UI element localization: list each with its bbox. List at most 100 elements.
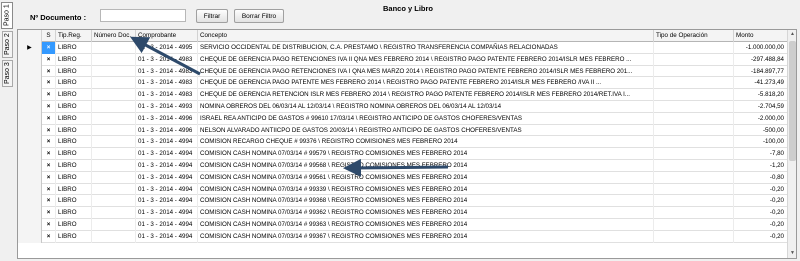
comprobante-cell[interactable]: 01 - 3 - 2014 - 4983 (136, 89, 198, 101)
table-row[interactable]: × LIBRO 01 - 3 - 2014 - 4993 NOMINA OBREROS… (18, 100, 788, 113)
transactions-grid[interactable]: S Tip.Reg. Número Doc. Comprobante Conce… (17, 29, 797, 259)
column-header-s[interactable]: S (42, 30, 56, 42)
table-row[interactable]: × LIBRO 01 - 3 - 2014 - 4994 COMISION CASH … (18, 218, 788, 231)
document-number-input[interactable] (100, 9, 186, 22)
tip-reg-cell[interactable]: LIBRO (56, 77, 92, 90)
monto-cell[interactable]: -2.000,00 (734, 112, 788, 125)
numero-doc-cell[interactable] (92, 42, 136, 54)
tipo-operacion-cell[interactable] (654, 77, 734, 90)
row-header[interactable] (18, 136, 42, 149)
tipo-operacion-cell[interactable] (654, 207, 734, 219)
checkbox-cell[interactable]: × (42, 207, 56, 219)
tip-reg-cell[interactable]: LIBRO (56, 230, 92, 243)
checkbox-cell[interactable]: × (42, 148, 56, 160)
checkbox-cell[interactable]: × (42, 100, 56, 113)
tipo-operacion-cell[interactable] (654, 53, 734, 66)
comprobante-cell[interactable]: 01 - 3 - 2014 - 4996 (136, 112, 198, 125)
row-header[interactable] (18, 77, 42, 90)
concepto-cell[interactable]: NOMINA OBREROS DEL 06/03/14 AL 12/03/14 … (198, 100, 654, 113)
row-header[interactable] (18, 100, 42, 113)
tipo-operacion-cell[interactable] (654, 159, 734, 172)
row-header[interactable] (18, 183, 42, 196)
tipo-operacion-cell[interactable] (654, 136, 734, 149)
numero-doc-cell[interactable] (92, 136, 136, 149)
table-row[interactable]: × LIBRO 01 - 3 - 2014 - 4994 COMISION CASH … (18, 148, 788, 160)
checkbox-cell[interactable]: × (42, 218, 56, 231)
scrollbar-thumb[interactable] (789, 41, 796, 161)
tab-paso-3[interactable]: Paso 3 (2, 60, 13, 87)
row-header[interactable] (18, 171, 42, 184)
checkbox-cell[interactable]: × (42, 159, 56, 172)
tip-reg-cell[interactable]: LIBRO (56, 42, 92, 54)
tipo-operacion-cell[interactable] (654, 183, 734, 196)
tip-reg-cell[interactable]: LIBRO (56, 100, 92, 113)
row-header[interactable] (18, 53, 42, 66)
scroll-up-icon[interactable]: ▲ (788, 30, 796, 39)
comprobante-cell[interactable]: 01 - 3 - 2014 - 4983 (136, 77, 198, 90)
concepto-cell[interactable]: COMISION CASH NOMINA 07/03/14 # 99367 \ … (198, 230, 654, 243)
numero-doc-cell[interactable] (92, 207, 136, 219)
monto-cell[interactable]: -2.704,59 (734, 100, 788, 113)
checkbox-cell[interactable]: × (42, 124, 56, 137)
tip-reg-cell[interactable]: LIBRO (56, 53, 92, 66)
tab-paso-1[interactable]: Paso 1 (1, 2, 13, 29)
concepto-cell[interactable]: NELSON ALVARADO ANTIICPO DE GASTOS 20/03… (198, 124, 654, 137)
comprobante-cell[interactable]: 01 - 3 - 2014 - 4994 (136, 148, 198, 160)
tipo-operacion-cell[interactable] (654, 148, 734, 160)
numero-doc-cell[interactable] (92, 100, 136, 113)
table-row[interactable]: × LIBRO 01 - 3 - 2014 - 4994 COMISION CASH … (18, 171, 788, 184)
numero-doc-cell[interactable] (92, 159, 136, 172)
concepto-cell[interactable]: CHEQUE DE GERENCIA PAGO PATENTE MES FEBR… (198, 77, 654, 90)
numero-doc-cell[interactable] (92, 124, 136, 137)
column-header-concepto[interactable]: Concepto (198, 30, 654, 42)
checkbox-cell[interactable]: × (42, 53, 56, 66)
table-row[interactable]: × LIBRO 01 - 3 - 2014 - 4983 CHEQUE DE GERE… (18, 89, 788, 101)
tip-reg-cell[interactable]: LIBRO (56, 148, 92, 160)
column-header-monto[interactable]: Monto (734, 30, 788, 42)
numero-doc-cell[interactable] (92, 230, 136, 243)
monto-cell[interactable]: -100,00 (734, 136, 788, 149)
concepto-cell[interactable]: COMISION CASH NOMINA 07/03/14 # 99368 \ … (198, 195, 654, 208)
concepto-cell[interactable]: COMISION CASH NOMINA 07/03/14 # 99362 \ … (198, 207, 654, 219)
numero-doc-cell[interactable] (92, 77, 136, 90)
comprobante-cell[interactable]: 01 - 3 - 2014 - 4994 (136, 207, 198, 219)
table-row[interactable]: × LIBRO 01 - 3 - 2014 - 4994 COMISION RECAR… (18, 136, 788, 149)
table-row[interactable]: × LIBRO 01 - 3 - 2014 - 4983 CHEQUE DE GERE… (18, 53, 788, 66)
monto-cell[interactable]: -5.818,20 (734, 89, 788, 101)
concepto-cell[interactable]: SERVICIO OCCIDENTAL DE DISTRIBUCION, C.A… (198, 42, 654, 54)
tipo-operacion-cell[interactable] (654, 112, 734, 125)
checkbox-cell[interactable]: × (42, 136, 56, 149)
column-header-comprobante[interactable]: Comprobante (136, 30, 198, 42)
numero-doc-cell[interactable] (92, 65, 136, 78)
row-header[interactable] (18, 65, 42, 78)
numero-doc-cell[interactable] (92, 53, 136, 66)
filter-button[interactable]: Filtrar (196, 9, 228, 23)
monto-cell[interactable]: -184.897,77 (734, 65, 788, 78)
numero-doc-cell[interactable] (92, 195, 136, 208)
concepto-cell[interactable]: CHEQUE DE GERENCIA PAGO RETENCIONES IVA … (198, 53, 654, 66)
concepto-cell[interactable]: COMISION CASH NOMINA 07/03/14 # 99339 \ … (198, 183, 654, 196)
checkbox-cell[interactable]: × (42, 42, 56, 54)
monto-cell[interactable]: -1,20 (734, 159, 788, 172)
numero-doc-cell[interactable] (92, 148, 136, 160)
column-header-tip-reg[interactable]: Tip.Reg. (56, 30, 92, 42)
table-row[interactable]: × LIBRO 01 - 3 - 2014 - 4996 ISRAEL REA ANT… (18, 112, 788, 125)
checkbox-cell[interactable]: × (42, 171, 56, 184)
comprobante-cell[interactable]: 01 - 3 - 2014 - 4994 (136, 183, 198, 196)
monto-cell[interactable]: -0,20 (734, 207, 788, 219)
tipo-operacion-cell[interactable] (654, 124, 734, 137)
tip-reg-cell[interactable]: LIBRO (56, 112, 92, 125)
comprobante-cell[interactable]: 01 - 3 - 2014 - 4983 (136, 53, 198, 66)
checkbox-cell[interactable]: × (42, 112, 56, 125)
monto-cell[interactable]: -7,80 (734, 148, 788, 160)
comprobante-cell[interactable]: 01 - 3 - 2014 - 4994 (136, 195, 198, 208)
row-header[interactable] (18, 89, 42, 101)
checkbox-cell[interactable]: × (42, 65, 56, 78)
comprobante-cell[interactable]: 01 - 3 - 2014 - 4993 (136, 100, 198, 113)
tip-reg-cell[interactable]: LIBRO (56, 171, 92, 184)
row-header[interactable] (18, 218, 42, 231)
comprobante-cell[interactable]: 01 - 3 - 2014 - 4994 (136, 218, 198, 231)
numero-doc-cell[interactable] (92, 112, 136, 125)
comprobante-cell[interactable]: 01 - 3 - 2014 - 4995 (136, 42, 198, 54)
concepto-cell[interactable]: COMISION CASH NOMINA 07/03/14 # 99363 \ … (198, 218, 654, 231)
